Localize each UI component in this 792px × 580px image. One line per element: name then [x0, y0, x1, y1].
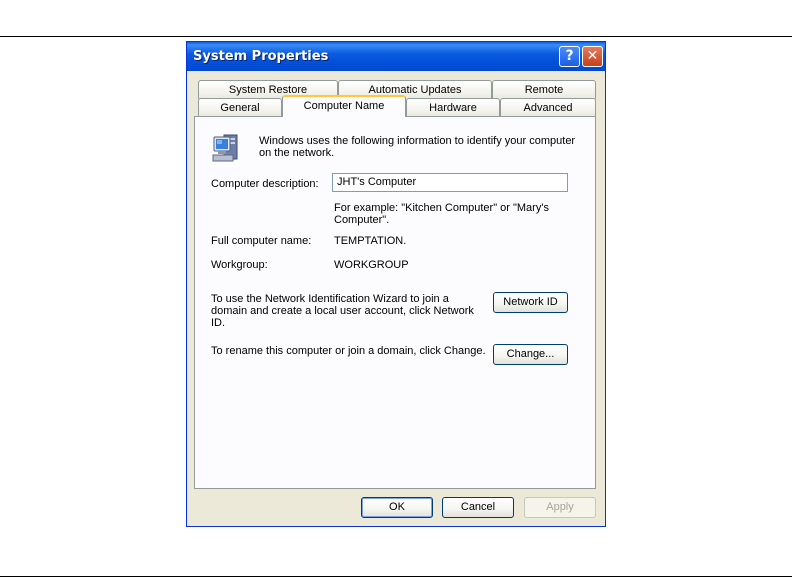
- apply-button[interactable]: Apply: [524, 497, 596, 518]
- full-computer-name-value: TEMPTATION.: [334, 235, 407, 247]
- top-divider: [0, 36, 792, 37]
- tab-label: Computer Name: [303, 100, 385, 112]
- computer-name-panel: Windows uses the following information t…: [194, 116, 596, 489]
- change-button[interactable]: Change...: [493, 344, 568, 365]
- tab-computer-name[interactable]: Computer Name: [282, 95, 406, 117]
- window-title: System Properties: [193, 49, 329, 64]
- cancel-button[interactable]: Cancel: [442, 497, 514, 518]
- full-computer-name-label: Full computer name:: [211, 235, 312, 247]
- system-properties-dialog: System Properties ? ✕ System Restore Aut…: [186, 41, 606, 527]
- close-button[interactable]: ✕: [582, 46, 603, 67]
- help-icon: ?: [565, 48, 574, 64]
- tab-advanced[interactable]: Advanced: [500, 98, 596, 117]
- ok-button[interactable]: OK: [361, 497, 433, 518]
- workgroup-value: WORKGROUP: [334, 259, 409, 271]
- help-button[interactable]: ?: [559, 46, 580, 67]
- computer-icon: [212, 134, 238, 162]
- computer-description-label: Computer description:: [211, 178, 319, 190]
- tab-label: Hardware: [429, 102, 477, 114]
- close-icon: ✕: [586, 48, 599, 64]
- workgroup-label: Workgroup:: [211, 259, 268, 271]
- tab-hardware[interactable]: Hardware: [406, 98, 500, 117]
- rename-text: To rename this computer or join a domain…: [211, 345, 486, 357]
- tab-label: General: [220, 102, 260, 114]
- tab-general[interactable]: General: [198, 98, 282, 117]
- network-id-button[interactable]: Network ID: [493, 292, 568, 313]
- example-text: For example: "Kitchen Computer" or "Mary…: [334, 202, 549, 226]
- computer-description-input[interactable]: JHT's Computer: [332, 173, 568, 192]
- tab-label: Remote: [524, 84, 564, 96]
- network-id-text: To use the Network Identification Wizard…: [211, 293, 474, 329]
- intro-text: Windows uses the following information t…: [259, 135, 576, 159]
- tab-label: Advanced: [523, 102, 573, 114]
- title-bar[interactable]: System Properties ? ✕: [187, 42, 605, 71]
- bottom-divider: [0, 576, 792, 577]
- tab-remote[interactable]: Remote: [492, 80, 596, 99]
